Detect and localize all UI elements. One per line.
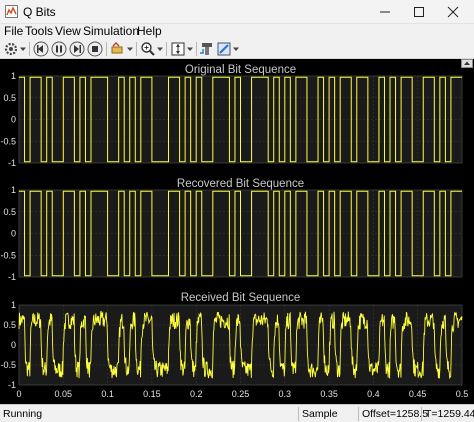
toolbar	[0, 39, 474, 59]
x-tick-label: 0.25	[232, 389, 250, 399]
toolbar-separator	[29, 42, 30, 56]
minimize-button[interactable]	[370, 0, 400, 24]
y-tick-label: -1	[8, 380, 16, 390]
x-tick-label: 0.15	[143, 389, 161, 399]
matlab-app-icon	[5, 5, 18, 18]
x-tick-label: 0	[16, 389, 21, 399]
y-tick-label: 1	[11, 71, 16, 81]
plot-title: Recovered Bit Sequence	[177, 178, 304, 190]
plot-title: Received Bit Sequence	[181, 292, 301, 304]
status-mode: Sample based	[298, 407, 356, 421]
y-tick-label: 0.5	[3, 93, 16, 103]
window-title: Q Bits	[23, 5, 56, 19]
stop-icon[interactable]	[87, 41, 103, 57]
status-time: T=1259.446	[421, 407, 474, 421]
signal-trace-1	[19, 76, 462, 163]
toolbar-separator	[196, 42, 197, 56]
plot-title: Original Bit Sequence	[185, 64, 296, 76]
toolbar-separator	[136, 42, 137, 56]
title-bar: Q Bits	[0, 0, 474, 24]
status-offset: Offset=1258.5	[358, 407, 428, 421]
triggers-icon[interactable]	[199, 41, 215, 57]
y-tick-label: 0.5	[3, 207, 16, 217]
settings-dropdown-icon[interactable]	[20, 46, 26, 52]
close-icon	[447, 6, 459, 18]
y-tick-label: 0	[11, 115, 16, 125]
settings-icon[interactable]	[3, 41, 19, 57]
scope-plot-area: Original Bit Sequence 1 0.5 0 -0.5 -1 Recovere…	[0, 59, 474, 404]
scale-dropdown-icon[interactable]	[187, 46, 193, 52]
pause-icon[interactable]	[51, 41, 67, 57]
scope-plots: Original Bit Sequence 1 0.5 0 -0.5 -1 Recovere…	[0, 64, 469, 399]
x-tick-label: 0.4	[367, 389, 380, 399]
minimize-icon	[380, 11, 390, 13]
maximize-icon	[414, 7, 424, 17]
highlight-dropdown-icon[interactable]	[127, 46, 133, 52]
zoom-in-icon[interactable]	[140, 41, 156, 57]
x-tick-label: 0.1	[101, 389, 114, 399]
y-tick-label: 0	[11, 229, 16, 239]
x-tick-label: 0.35	[320, 389, 338, 399]
menu-bar: File Tools View Simulation Help	[0, 24, 474, 39]
undock-icon	[464, 61, 470, 65]
y-tick-label: -0.5	[0, 360, 16, 370]
status-bar: Running Sample based Offset=1258.5 T=125…	[0, 404, 474, 422]
menu-help[interactable]: Help	[137, 24, 162, 38]
menu-view[interactable]: View	[55, 24, 81, 38]
toolbar-separator	[166, 42, 167, 56]
step-forward-icon[interactable]	[69, 41, 85, 57]
y-tick-label: 0	[11, 340, 16, 350]
y-tick-label: -1	[8, 158, 16, 168]
x-tick-label: 0.45	[409, 389, 427, 399]
menu-tools[interactable]: Tools	[25, 24, 53, 38]
y-tick-label: 1	[11, 300, 16, 310]
status-state: Running	[3, 408, 43, 420]
y-tick-label: -0.5	[0, 136, 16, 146]
signal-trace-2	[19, 190, 462, 277]
style-icon[interactable]	[216, 41, 232, 57]
menu-file[interactable]: File	[4, 24, 23, 38]
y-tick-label: -0.5	[0, 250, 16, 260]
highlight-icon[interactable]	[110, 41, 126, 57]
x-tick-label: 0.05	[55, 389, 73, 399]
y-tick-label: 1	[11, 185, 16, 195]
close-button[interactable]	[438, 0, 468, 24]
undock-button[interactable]	[461, 59, 473, 68]
y-tick-label: 0.5	[3, 320, 16, 330]
zoom-dropdown-icon[interactable]	[157, 46, 163, 52]
scale-axes-icon[interactable]	[170, 41, 186, 57]
menu-simulation[interactable]: Simulation	[83, 24, 139, 38]
toolbar-separator	[106, 42, 107, 56]
step-back-icon[interactable]	[33, 41, 49, 57]
maximize-button[interactable]	[404, 0, 434, 24]
x-tick-label: 0.2	[190, 389, 203, 399]
style-dropdown-icon[interactable]	[233, 46, 239, 52]
x-tick-label: 0.5	[456, 389, 469, 399]
y-tick-label: -1	[8, 272, 16, 282]
x-tick-label: 0.3	[279, 389, 292, 399]
